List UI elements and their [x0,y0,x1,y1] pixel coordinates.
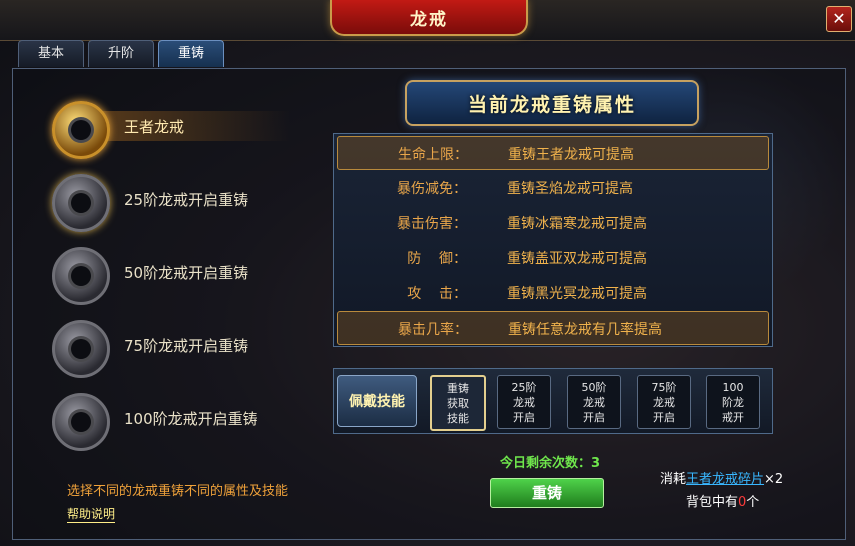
silver-ring-icon [52,320,110,378]
ring-item-label: 50阶龙戒开启重铸 [124,264,249,282]
attributes-table: 生命上限： 重铸王者龙戒可提高 暴伤减免： 重铸圣焰龙戒可提高 暴击伤害： 重铸… [333,133,773,347]
attribute-row: 防 御： 重铸盖亚双龙戒可提高 [337,241,767,273]
attribute-name: 攻 击： [407,286,467,302]
remaining-count: 今日剩余次数：3 [500,456,601,471]
ring-hole [68,190,94,216]
ring-hole [68,117,94,143]
tab-upgrade[interactable]: 升阶 [88,40,154,67]
skill-bar: 佩戴技能 重铸 获取 技能 25阶 龙戒 开启 50阶 龙戒 开启 75阶 龙戒… [333,368,773,434]
skill-slot-100[interactable]: 100 阶龙 戒开 [706,375,760,429]
window-title: 龙戒 [410,10,448,30]
attribute-value: 重铸盖亚双龙戒可提高 [507,251,647,267]
consume-info: 消耗王者龙戒碎片×2 [660,468,783,487]
bag-suffix: 个 [746,495,760,510]
ring-item-25[interactable]: 25阶龙戒开启重铸 [40,168,300,232]
skill-label: 佩戴技能 [349,394,405,410]
reforge-button[interactable]: 重铸 [490,478,604,508]
attribute-name: 暴伤减免： [397,181,467,197]
attribute-value: 重铸冰霜寒龙戒可提高 [507,216,647,232]
attribute-row: 暴击几率： 重铸任意龙戒有几率提高 [337,311,769,345]
title-plate: 龙戒 [330,0,528,36]
attribute-value: 重铸任意龙戒有几率提高 [508,322,662,338]
bag-info: 背包中有0个 [686,491,759,510]
attributes-header-text: 当前龙戒重铸属性 [467,94,636,116]
tab-reforge[interactable]: 重铸 [158,40,224,67]
title-bar: 龙戒 ✕ [0,0,855,41]
ring-item-75[interactable]: 75阶龙戒开启重铸 [40,314,300,378]
skill-label-box: 佩戴技能 [337,375,417,427]
skill-slot-text: 50阶 龙戒 开启 [581,381,607,424]
skill-slot-25[interactable]: 25阶 龙戒 开启 [497,375,551,429]
skill-slot-50[interactable]: 50阶 龙戒 开启 [567,375,621,429]
consume-prefix: 消耗 [660,472,687,487]
tab-basic[interactable]: 基本 [18,40,84,67]
bag-prefix: 背包中有 [686,495,739,510]
attribute-name: 防 御： [407,251,467,267]
attribute-row: 暴伤减免： 重铸圣焰龙戒可提高 [337,171,767,203]
ring-item-50[interactable]: 50阶龙戒开启重铸 [40,241,300,305]
attributes-header: 当前龙戒重铸属性 [405,80,699,126]
attribute-name: 暴击伤害： [397,216,467,232]
ring-item-label: 25阶龙戒开启重铸 [124,191,249,209]
attribute-value: 重铸王者龙戒可提高 [508,147,634,163]
ring-item-100[interactable]: 100阶龙戒开启重铸 [40,387,300,451]
help-link[interactable]: 帮助说明 [67,505,116,523]
close-icon[interactable]: ✕ [826,6,852,32]
hint-text: 选择不同的龙戒重铸不同的属性及技能 [67,484,289,499]
ring-hole [68,336,94,362]
ring-hole [68,409,94,435]
ring-item-label: 王者龙戒 [124,118,185,136]
attribute-row: 暴击伤害： 重铸冰霜寒龙戒可提高 [337,206,767,238]
consume-count: ×2 [764,472,784,487]
silver-ring-icon [52,174,110,232]
attribute-value: 重铸黑光冥龙戒可提高 [507,286,647,302]
attribute-name: 生命上限： [398,147,468,163]
skill-slot-text: 75阶 龙戒 开启 [651,381,677,424]
attribute-row: 攻 击： 重铸黑光冥龙戒可提高 [337,276,767,308]
skill-slot-reforge[interactable]: 重铸 获取 技能 [430,375,486,431]
tab-bar: 基本 升阶 重铸 [18,40,228,68]
silver-ring-icon [52,393,110,451]
selection-highlight [90,111,290,141]
gold-ring-icon [52,101,110,159]
ring-item-label: 100阶龙戒开启重铸 [124,410,258,428]
attribute-row: 生命上限： 重铸王者龙戒可提高 [337,136,769,170]
ring-item-king[interactable]: 王者龙戒 [40,95,300,159]
ring-hole [68,263,94,289]
dragon-ring-window: 龙戒 ✕ 基本 升阶 重铸 王者龙戒 25阶龙戒开启重铸 50阶龙戒开启重铸 7… [0,0,855,546]
consume-item-link[interactable]: 王者龙戒碎片 [686,472,764,487]
skill-slot-text: 100 阶龙 戒开 [722,381,744,424]
silver-ring-icon [52,247,110,305]
skill-slot-text: 重铸 获取 技能 [447,382,469,425]
skill-slot-text: 25阶 龙戒 开启 [511,381,537,424]
ring-item-label: 75阶龙戒开启重铸 [124,337,249,355]
attribute-name: 暴击几率： [398,322,468,338]
attribute-value: 重铸圣焰龙戒可提高 [507,181,633,197]
skill-slot-75[interactable]: 75阶 龙戒 开启 [637,375,691,429]
